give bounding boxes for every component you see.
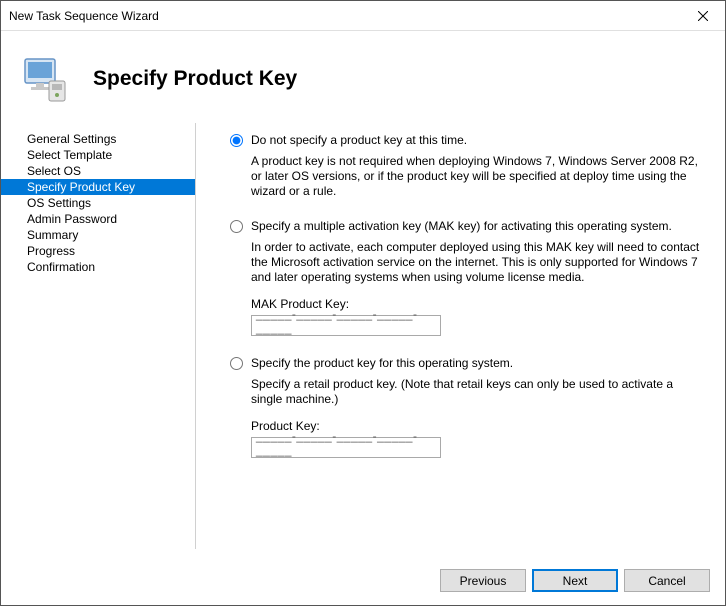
- option-mak-key-desc: In order to activate, each computer depl…: [251, 240, 701, 285]
- page-title: Specify Product Key: [93, 67, 297, 91]
- wizard-icon: [15, 49, 75, 109]
- option-mak-key: Specify a multiple activation key (MAK k…: [230, 219, 701, 336]
- radio-no-key[interactable]: [230, 134, 243, 147]
- sidebar-item-select-os[interactable]: Select OS: [1, 163, 195, 179]
- page-header: Specify Product Key: [1, 31, 725, 123]
- cancel-button[interactable]: Cancel: [624, 569, 710, 592]
- radio-retail-key[interactable]: [230, 357, 243, 370]
- option-retail-key-label: Specify the product key for this operati…: [251, 356, 513, 371]
- option-no-key: Do not specify a product key at this tim…: [230, 133, 701, 199]
- previous-button[interactable]: Previous: [440, 569, 526, 592]
- close-icon: [698, 11, 708, 21]
- radio-mak-key[interactable]: [230, 220, 243, 233]
- wizard-window: New Task Sequence Wizard Specify Product…: [0, 0, 726, 606]
- sidebar-item-progress[interactable]: Progress: [1, 243, 195, 259]
- option-mak-key-label: Specify a multiple activation key (MAK k…: [251, 219, 672, 234]
- option-retail-key: Specify the product key for this operati…: [230, 356, 701, 458]
- next-button[interactable]: Next: [532, 569, 618, 592]
- option-no-key-desc: A product key is not required when deplo…: [251, 154, 701, 199]
- sidebar-item-admin-password[interactable]: Admin Password: [1, 211, 195, 227]
- sidebar-item-general-settings[interactable]: General Settings: [1, 131, 195, 147]
- sidebar-item-select-template[interactable]: Select Template: [1, 147, 195, 163]
- retail-key-input[interactable]: _____-_____-_____-_____-_____: [251, 437, 441, 458]
- sidebar-item-summary[interactable]: Summary: [1, 227, 195, 243]
- window-title: New Task Sequence Wizard: [9, 9, 159, 23]
- mak-key-input[interactable]: _____-_____-_____-_____-_____: [251, 315, 441, 336]
- option-no-key-label: Do not specify a product key at this tim…: [251, 133, 467, 148]
- titlebar: New Task Sequence Wizard: [1, 1, 725, 31]
- sidebar-item-specify-product-key[interactable]: Specify Product Key: [1, 179, 195, 195]
- sidebar-item-confirmation[interactable]: Confirmation: [1, 259, 195, 275]
- close-button[interactable]: [680, 1, 725, 31]
- main-pane: Do not specify a product key at this tim…: [196, 123, 725, 549]
- option-retail-key-desc: Specify a retail product key. (Note that…: [251, 377, 701, 407]
- wizard-footer: Previous Next Cancel: [440, 569, 710, 592]
- wizard-steps-sidebar: General Settings Select Template Select …: [1, 123, 196, 549]
- sidebar-item-os-settings[interactable]: OS Settings: [1, 195, 195, 211]
- content-area: General Settings Select Template Select …: [1, 123, 725, 549]
